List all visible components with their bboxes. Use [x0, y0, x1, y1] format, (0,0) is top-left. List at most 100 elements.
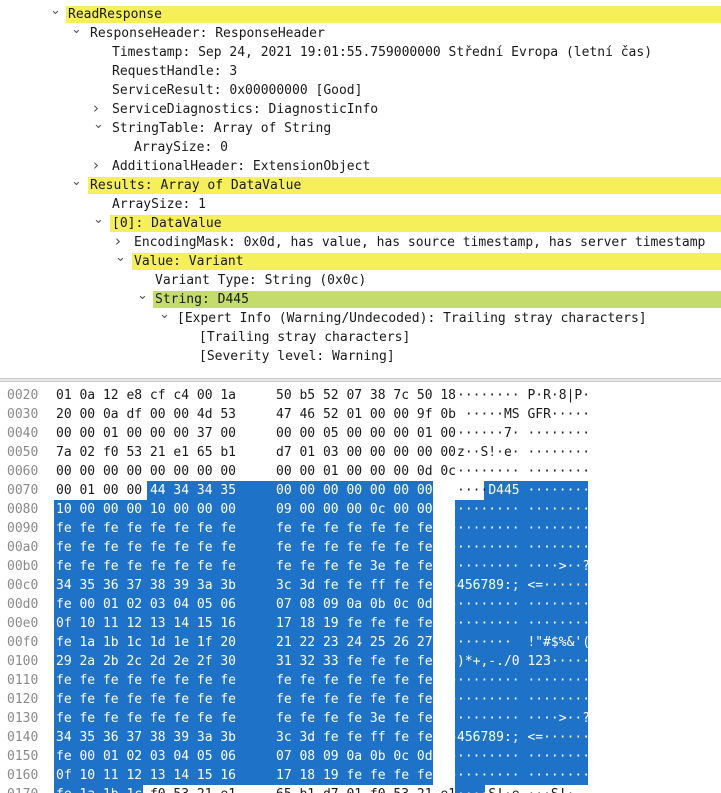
packet-details-pane[interactable]: ⌄ ReadResponse ⌄ ResponseHeader: ResponseHe… — [0, 0, 721, 378]
ascii-dump[interactable]: )*+,-./0 123····· — [457, 652, 590, 671]
hex-bytes-second-half[interactable]: 21 22 23 24 25 26 27 28 — [276, 633, 456, 652]
hex-bytes-first-half[interactable]: fe fe fe fe fe fe fe fe — [56, 671, 236, 690]
hex-bytes-first-half[interactable]: 00 00 01 00 00 00 37 00 — [56, 424, 236, 443]
hex-bytes-second-half[interactable]: d7 01 03 00 00 00 00 00 — [276, 443, 456, 462]
ascii-dump[interactable]: 456789:; <=······ — [457, 576, 590, 595]
hex-row[interactable]: 0060 00 00 00 00 00 00 00 00 00 00 01 00 0… — [0, 462, 721, 481]
tree-row[interactable]: Timestamp: Sep 24, 2021 19:01:55.7590000… — [0, 43, 721, 62]
hex-row[interactable]: 0080 10 00 00 00 10 00 00 00 09 00 00 00 0… — [0, 500, 721, 519]
hex-row[interactable]: 00e0 0f 10 11 12 13 14 15 16 17 18 19 fe f… — [0, 614, 721, 633]
hex-bytes-second-half[interactable]: 3c 3d fe fe ff fe fe fe — [276, 728, 456, 747]
hex-row[interactable]: 0090 fe fe fe fe fe fe fe fe fe fe fe fe f… — [0, 519, 721, 538]
ascii-dump[interactable]: ········ ········ — [457, 595, 590, 614]
hex-row[interactable]: 0130 fe fe fe fe fe fe fe fe fe fe fe fe 3… — [0, 709, 721, 728]
hex-bytes-second-half[interactable]: 09 00 00 00 0c 00 00 00 — [276, 500, 456, 519]
tree-row[interactable]: ⌄ Value: Variant — [0, 250, 721, 271]
hex-bytes-second-half[interactable]: 07 08 09 0a 0b 0c 0d 0e — [276, 747, 456, 766]
tree-row[interactable]: ⌄ String: D445 — [0, 288, 721, 309]
hex-bytes-first-half[interactable]: fe 00 01 02 03 04 05 06 — [56, 595, 236, 614]
ascii-dump[interactable]: ······· !"#$%&'( — [457, 633, 590, 652]
tree-row[interactable]: Variant Type: String (0x0c) — [0, 271, 721, 290]
hex-bytes-second-half[interactable]: fe fe fe fe fe fe fe fe — [276, 671, 456, 690]
hex-bytes-second-half[interactable]: 50 b5 52 07 38 7c 50 18 — [276, 386, 456, 405]
ascii-dump[interactable]: ········ ········ — [457, 614, 590, 633]
hex-bytes-second-half[interactable]: fe fe fe fe 3e fe fe 3f — [276, 557, 456, 576]
hex-bytes-first-half[interactable]: 0f 10 11 12 13 14 15 16 — [56, 766, 236, 785]
tree-row[interactable]: › EncodingMask: 0x0d, has value, has sour… — [0, 232, 721, 252]
hex-bytes-first-half[interactable]: fe 1a 1b 1c f0 53 21 e1 — [56, 785, 236, 793]
tree-row[interactable]: ArraySize: 1 — [0, 195, 721, 214]
hex-bytes-first-half[interactable]: fe fe fe fe fe fe fe fe — [56, 519, 236, 538]
ascii-dump[interactable]: z··S!·e· ········ — [457, 443, 590, 462]
hex-bytes-first-half[interactable]: fe 00 01 02 03 04 05 06 — [56, 747, 236, 766]
hex-bytes-first-half[interactable]: 00 00 00 00 00 00 00 00 — [56, 462, 236, 481]
tree-row[interactable]: ⌄ StringTable: Array of String — [0, 117, 721, 138]
tree-row[interactable]: › ServiceDiagnostics: DiagnosticInfo — [0, 99, 721, 119]
tree-row[interactable]: ⌄ ReadResponse — [0, 3, 721, 24]
packet-bytes-pane[interactable]: 0020 01 0a 12 e8 cf c4 00 1a 50 b5 52 07 3… — [0, 382, 721, 793]
ascii-dump[interactable]: ········ ········ — [457, 500, 590, 519]
ascii-dump[interactable]: ········ ········ — [457, 519, 590, 538]
hex-bytes-first-half[interactable]: fe fe fe fe fe fe fe fe — [56, 557, 236, 576]
tree-row[interactable]: [Trailing stray characters] — [0, 328, 721, 347]
chevron-down-icon[interactable]: ⌄ — [50, 1, 61, 20]
hex-bytes-first-half[interactable]: 29 2a 2b 2c 2d 2e 2f 30 — [56, 652, 236, 671]
ascii-dump[interactable]: ········ ········ — [457, 462, 590, 481]
ascii-dump[interactable]: ·····MS GFR····· — [457, 405, 590, 424]
ascii-dump[interactable]: ········ ········ — [457, 766, 590, 785]
hex-row[interactable]: 00d0 fe 00 01 02 03 04 05 06 07 08 09 0a 0… — [0, 595, 721, 614]
hex-row[interactable]: 00f0 fe 1a 1b 1c 1d 1e 1f 20 21 22 23 24 2… — [0, 633, 721, 652]
hex-bytes-second-half[interactable]: 17 18 19 fe fe fe fe fe — [276, 614, 456, 633]
tree-row[interactable]: ⌄ Results: Array of DataValue — [0, 174, 721, 195]
tree-row[interactable]: RequestHandle: 3 — [0, 62, 721, 81]
hex-bytes-second-half[interactable]: 00 00 00 00 00 00 00 00 — [276, 481, 456, 500]
hex-row[interactable]: 0070 00 01 00 00 44 34 34 35 00 00 00 00 0… — [0, 481, 721, 500]
hex-bytes-first-half[interactable]: 10 00 00 00 10 00 00 00 — [56, 500, 236, 519]
hex-bytes-second-half[interactable]: 47 46 52 01 00 00 9f 0b — [276, 405, 456, 424]
hex-row[interactable]: 0120 fe fe fe fe fe fe fe fe fe fe fe fe f… — [0, 690, 721, 709]
ascii-dump[interactable]: ······7· ········ — [457, 424, 590, 443]
hex-bytes-second-half[interactable]: fe fe fe fe fe fe fe fe — [276, 538, 456, 557]
hex-bytes-second-half[interactable]: 31 32 33 fe fe fe fe fe — [276, 652, 456, 671]
hex-row[interactable]: 0020 01 0a 12 e8 cf c4 00 1a 50 b5 52 07 3… — [0, 386, 721, 405]
tree-row[interactable]: [Severity level: Warning] — [0, 347, 721, 366]
hex-bytes-second-half[interactable]: 00 00 05 00 00 00 01 00 — [276, 424, 456, 443]
hex-bytes-second-half[interactable]: fe fe fe fe fe fe fe fe — [276, 519, 456, 538]
hex-row[interactable]: 0100 29 2a 2b 2c 2d 2e 2f 30 31 32 33 fe f… — [0, 652, 721, 671]
chevron-down-icon[interactable]: ⌄ — [137, 286, 148, 305]
hex-bytes-first-half[interactable]: fe 1a 1b 1c 1d 1e 1f 20 — [56, 633, 236, 652]
hex-bytes-second-half[interactable]: 3c 3d fe fe ff fe fe fe — [276, 576, 456, 595]
ascii-dump[interactable]: ····S!·e ···S!· — [457, 785, 574, 793]
ascii-dump[interactable]: 456789:; <=······ — [457, 728, 590, 747]
ascii-dump[interactable]: ········ ····>··? — [457, 709, 590, 728]
hex-bytes-second-half[interactable]: 07 08 09 0a 0b 0c 0d 0e — [276, 595, 456, 614]
ascii-dump[interactable]: ········ P·R·8|P· — [457, 386, 590, 405]
hex-row[interactable]: 00c0 34 35 36 37 38 39 3a 3b 3c 3d fe fe f… — [0, 576, 721, 595]
hex-bytes-second-half[interactable]: 65 b1 d7 01 f0 53 21 e1 — [276, 785, 456, 793]
hex-bytes-first-half[interactable]: 20 00 0a df 00 00 4d 53 — [56, 405, 236, 424]
hex-bytes-first-half[interactable]: fe fe fe fe fe fe fe fe — [56, 690, 236, 709]
chevron-down-icon[interactable]: ⌄ — [93, 210, 104, 229]
chevron-down-icon[interactable]: ⌄ — [71, 172, 82, 191]
hex-row[interactable]: 0040 00 00 01 00 00 00 37 00 00 00 05 00 0… — [0, 424, 721, 443]
tree-row[interactable]: ⌄ ResponseHeader: ResponseHeader — [0, 22, 721, 43]
hex-row[interactable]: 00a0 fe fe fe fe fe fe fe fe fe fe fe fe f… — [0, 538, 721, 557]
hex-row[interactable]: 0160 0f 10 11 12 13 14 15 16 17 18 19 fe f… — [0, 766, 721, 785]
tree-row[interactable]: ⌄ [Expert Info (Warning/Undecoded): Trail… — [0, 307, 721, 328]
chevron-down-icon[interactable]: ⌄ — [159, 305, 170, 324]
ascii-dump[interactable]: ····D445 ········ — [457, 481, 590, 500]
chevron-down-icon[interactable]: ⌄ — [71, 20, 82, 39]
hex-bytes-second-half[interactable]: fe fe fe fe 3e fe fe 3f — [276, 709, 456, 728]
hex-row[interactable]: 0030 20 00 0a df 00 00 4d 53 47 46 52 01 0… — [0, 405, 721, 424]
hex-row[interactable]: 0170 fe 1a 1b 1c f0 53 21 e1 65 b1 d7 01 f… — [0, 785, 721, 793]
ascii-dump[interactable]: ········ ········ — [457, 690, 590, 709]
tree-row[interactable]: ⌄ [0]: DataValue — [0, 212, 721, 233]
hex-row[interactable]: 00b0 fe fe fe fe fe fe fe fe fe fe fe fe 3… — [0, 557, 721, 576]
hex-row[interactable]: 0150 fe 00 01 02 03 04 05 06 07 08 09 0a 0… — [0, 747, 721, 766]
ascii-dump[interactable]: ········ ········ — [457, 747, 590, 766]
hex-row[interactable]: 0050 7a 02 f0 53 21 e1 65 b1 d7 01 03 00 0… — [0, 443, 721, 462]
hex-bytes-first-half[interactable]: 0f 10 11 12 13 14 15 16 — [56, 614, 236, 633]
hex-bytes-first-half[interactable]: 00 01 00 00 44 34 34 35 — [56, 481, 236, 500]
hex-bytes-first-half[interactable]: fe fe fe fe fe fe fe fe — [56, 709, 236, 728]
hex-bytes-first-half[interactable]: 34 35 36 37 38 39 3a 3b — [56, 576, 236, 595]
